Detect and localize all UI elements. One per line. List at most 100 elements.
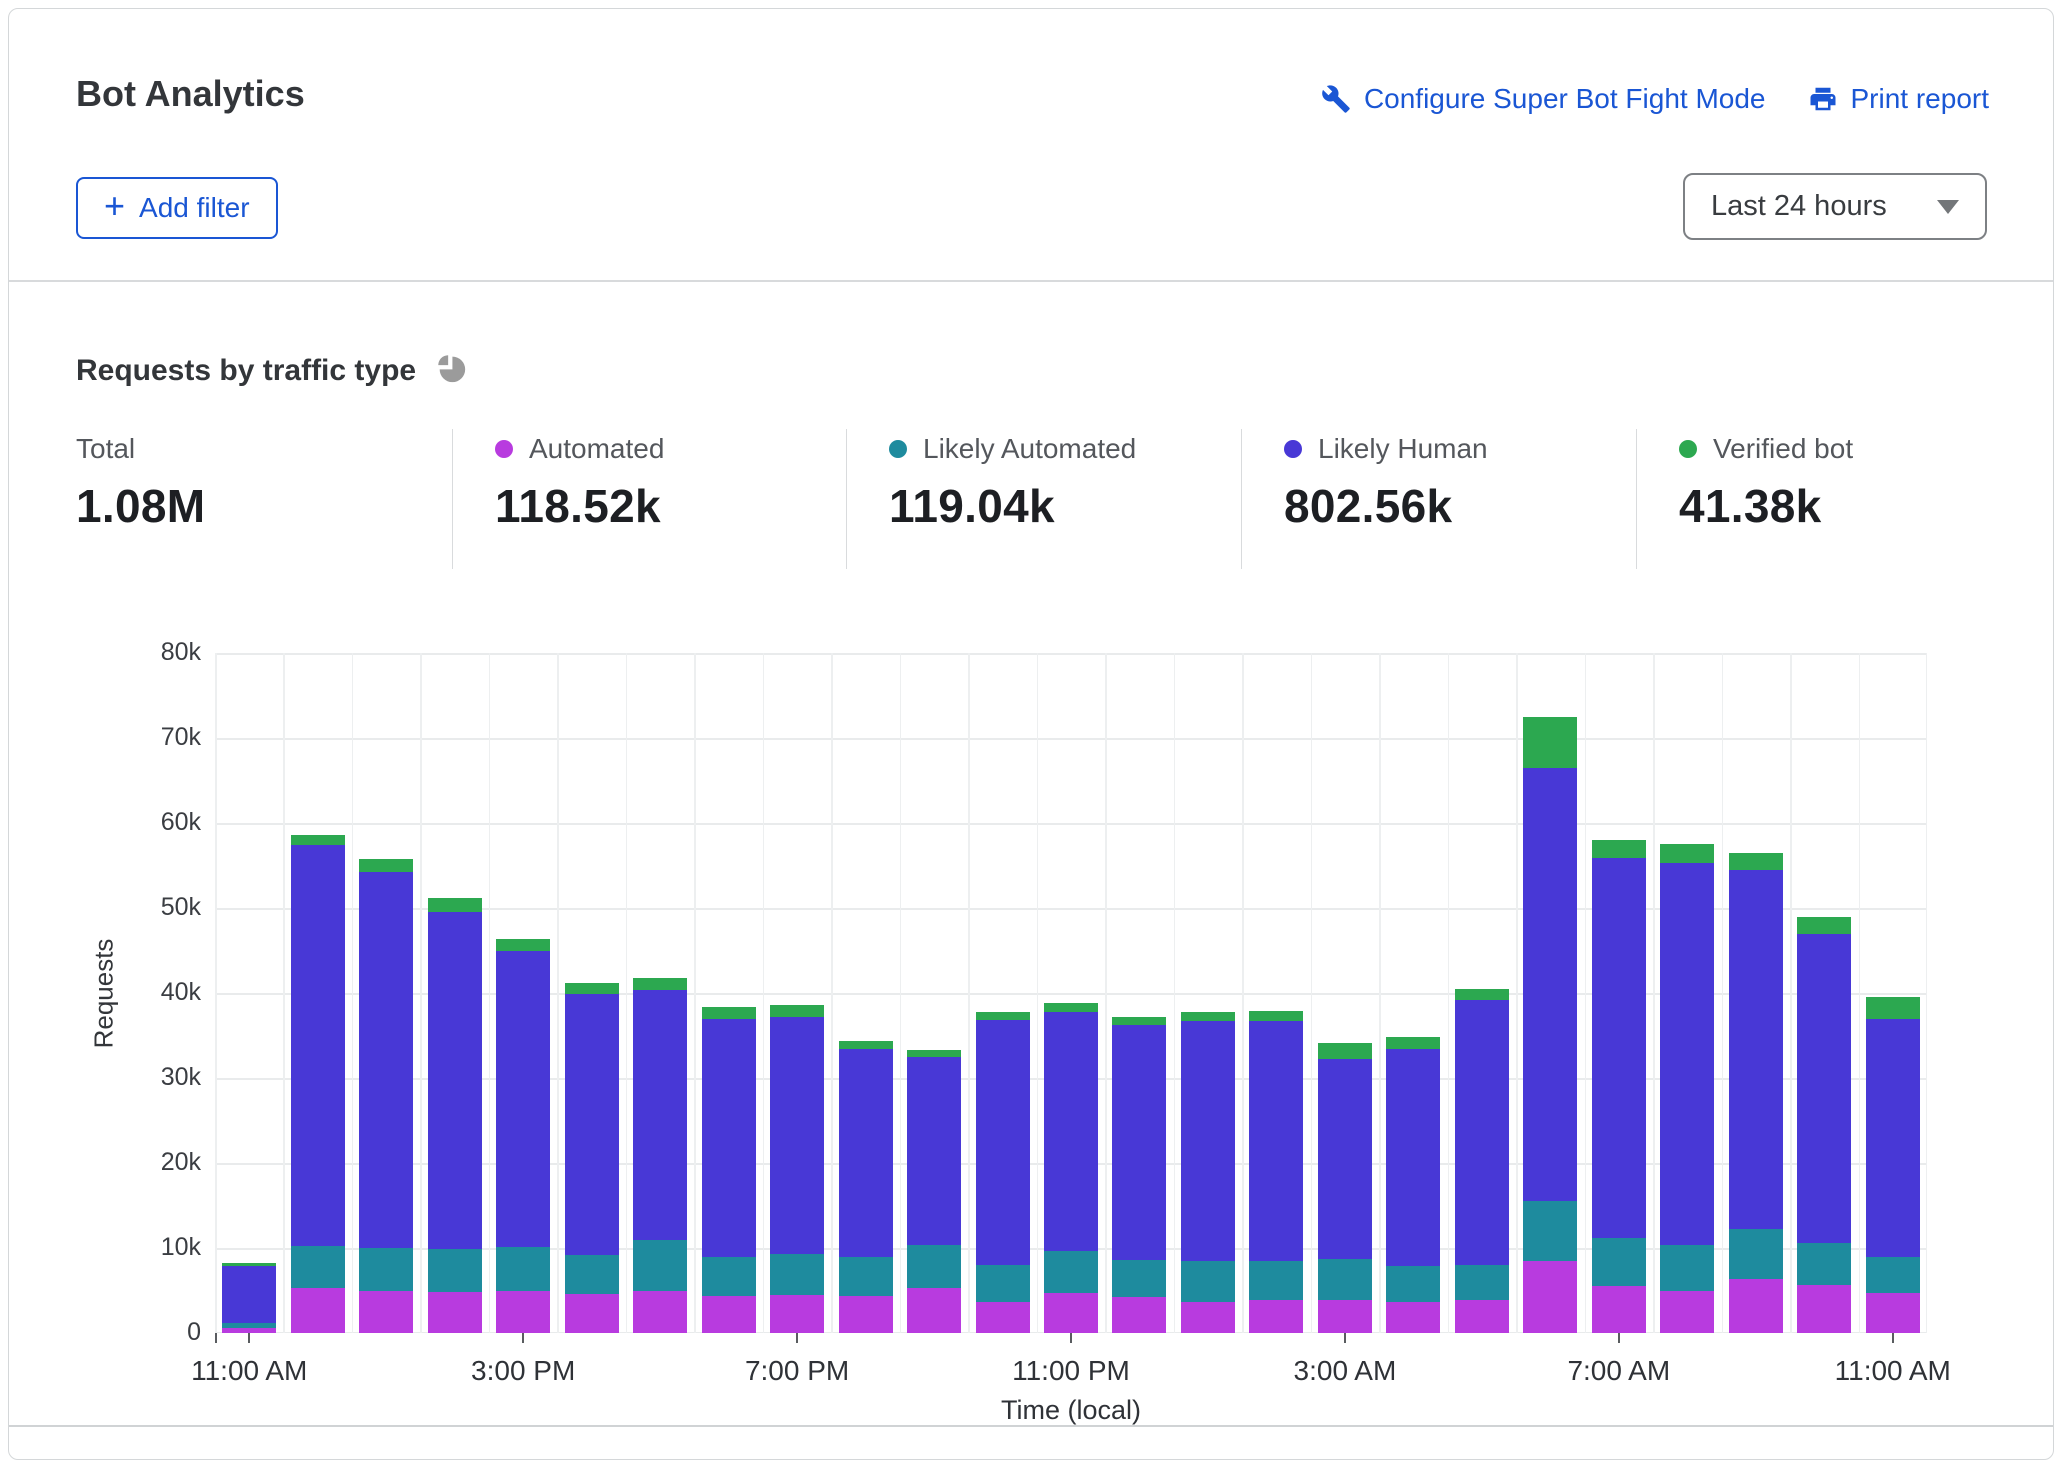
bar-hour-slot[interactable]: [633, 978, 687, 1333]
bar-hour-slot[interactable]: [1318, 1043, 1372, 1333]
bar-segment-likely-automated: [1592, 1238, 1646, 1286]
stat-likely-human: Likely Human 802.56k: [1241, 429, 1636, 569]
bar-segment-verified-bot: [1729, 853, 1783, 870]
gridline-horizontal: [215, 653, 1927, 655]
y-tick-label: 70k: [91, 723, 201, 752]
add-filter-button[interactable]: + Add filter: [76, 177, 278, 239]
bar-hour-slot[interactable]: [1044, 1003, 1098, 1333]
bar-segment-verified-bot: [428, 898, 482, 912]
bar-segment-automated: [1112, 1297, 1166, 1333]
y-tick-label: 20k: [91, 1148, 201, 1177]
requests-stacked-bar-chart: [215, 653, 1927, 1333]
header-divider: [9, 280, 2053, 282]
stat-total-value: 1.08M: [76, 479, 452, 533]
x-tick-mark: [522, 1333, 524, 1343]
bar-segment-likely-automated: [428, 1249, 482, 1292]
bar-segment-likely-automated: [1249, 1261, 1303, 1300]
gridline-vertical: [1790, 653, 1792, 1333]
gridline-vertical: [1859, 653, 1861, 1333]
bar-segment-automated: [1044, 1293, 1098, 1333]
bar-hour-slot[interactable]: [839, 1041, 893, 1333]
wrench-icon: [1321, 84, 1351, 114]
bar-hour-slot[interactable]: [702, 1007, 756, 1333]
chevron-down-icon: [1937, 200, 1959, 214]
bar-segment-automated: [428, 1292, 482, 1333]
bar-segment-verified-bot: [839, 1041, 893, 1050]
bar-segment-verified-bot: [770, 1005, 824, 1017]
gridline-vertical: [968, 653, 970, 1333]
bar-hour-slot[interactable]: [428, 898, 482, 1333]
bar-segment-likely-automated: [565, 1255, 619, 1294]
bar-segment-likely-human: [839, 1049, 893, 1256]
stat-likely-automated-label: Likely Automated: [923, 433, 1136, 465]
bar-segment-verified-bot: [976, 1012, 1030, 1021]
bar-hour-slot[interactable]: [222, 1263, 276, 1333]
bar-hour-slot[interactable]: [291, 835, 345, 1333]
gridline-vertical: [763, 653, 765, 1333]
bar-segment-verified-bot: [359, 859, 413, 873]
bar-segment-automated: [633, 1291, 687, 1334]
bar-segment-automated: [1249, 1300, 1303, 1333]
bar-hour-slot[interactable]: [1249, 1011, 1303, 1333]
bar-segment-likely-automated: [291, 1246, 345, 1288]
gridline-vertical: [1516, 653, 1518, 1333]
bar-segment-likely-automated: [1181, 1261, 1235, 1303]
x-tick-mark: [1892, 1333, 1894, 1343]
bar-segment-verified-bot: [1044, 1003, 1098, 1012]
time-range-select[interactable]: Last 24 hours: [1683, 173, 1987, 240]
x-tick-label: 7:00 PM: [677, 1355, 917, 1387]
bar-hour-slot[interactable]: [770, 1005, 824, 1333]
plus-icon: +: [104, 188, 125, 224]
bar-segment-likely-automated: [496, 1247, 550, 1291]
bar-segment-likely-human: [702, 1019, 756, 1256]
bar-hour-slot[interactable]: [496, 939, 550, 1333]
legend-dot-verified-bot: [1679, 440, 1697, 458]
bar-hour-slot[interactable]: [907, 1050, 961, 1333]
stat-automated-label: Automated: [529, 433, 664, 465]
bot-analytics-card: Bot Analytics Configure Super Bot Fight …: [8, 8, 2054, 1460]
bar-hour-slot[interactable]: [1797, 917, 1851, 1333]
bar-hour-slot[interactable]: [976, 1012, 1030, 1333]
bar-segment-verified-bot: [291, 835, 345, 845]
stat-verified-bot-value: 41.38k: [1679, 479, 1997, 533]
bar-segment-likely-human: [1181, 1021, 1235, 1261]
gridline-vertical: [557, 653, 559, 1333]
bar-hour-slot[interactable]: [359, 859, 413, 1333]
bar-segment-likely-automated: [1386, 1266, 1440, 1303]
gridline-vertical: [900, 653, 902, 1333]
bar-segment-automated: [1797, 1285, 1851, 1333]
stat-verified-bot-label: Verified bot: [1713, 433, 1853, 465]
y-tick-label: 40k: [91, 978, 201, 1007]
bar-hour-slot[interactable]: [1181, 1012, 1235, 1333]
x-tick-label: 11:00 AM: [1773, 1355, 2013, 1387]
bar-segment-likely-human: [1386, 1049, 1440, 1266]
bar-hour-slot[interactable]: [1866, 997, 1920, 1333]
bar-segment-likely-human: [1592, 858, 1646, 1238]
gridline-vertical: [694, 653, 696, 1333]
configure-link-label: Configure Super Bot Fight Mode: [1364, 83, 1766, 115]
y-tick-label: 30k: [91, 1063, 201, 1092]
bar-segment-automated: [1386, 1302, 1440, 1333]
bar-hour-slot[interactable]: [1592, 840, 1646, 1333]
bar-hour-slot[interactable]: [1455, 989, 1509, 1333]
print-report-link[interactable]: Print report: [1808, 83, 1990, 115]
bar-hour-slot[interactable]: [1523, 717, 1577, 1333]
bar-hour-slot[interactable]: [1729, 853, 1783, 1333]
bar-segment-likely-human: [1660, 863, 1714, 1246]
bar-hour-slot[interactable]: [1386, 1037, 1440, 1333]
bar-segment-automated: [976, 1302, 1030, 1333]
bar-segment-likely-human: [1318, 1059, 1372, 1259]
configure-super-bot-fight-mode-link[interactable]: Configure Super Bot Fight Mode: [1321, 83, 1766, 115]
bar-hour-slot[interactable]: [565, 983, 619, 1333]
x-tick-mark: [796, 1333, 798, 1343]
bar-segment-likely-human: [770, 1017, 824, 1254]
x-tick-label: 3:00 PM: [403, 1355, 643, 1387]
bar-segment-likely-human: [359, 872, 413, 1248]
bar-hour-slot[interactable]: [1660, 844, 1714, 1333]
bar-segment-likely-human: [1797, 934, 1851, 1243]
bar-segment-likely-human: [633, 990, 687, 1240]
bar-hour-slot[interactable]: [1112, 1017, 1166, 1333]
bar-segment-verified-bot: [496, 939, 550, 951]
stat-likely-automated-value: 119.04k: [889, 479, 1241, 533]
gridline-horizontal: [215, 823, 1927, 825]
